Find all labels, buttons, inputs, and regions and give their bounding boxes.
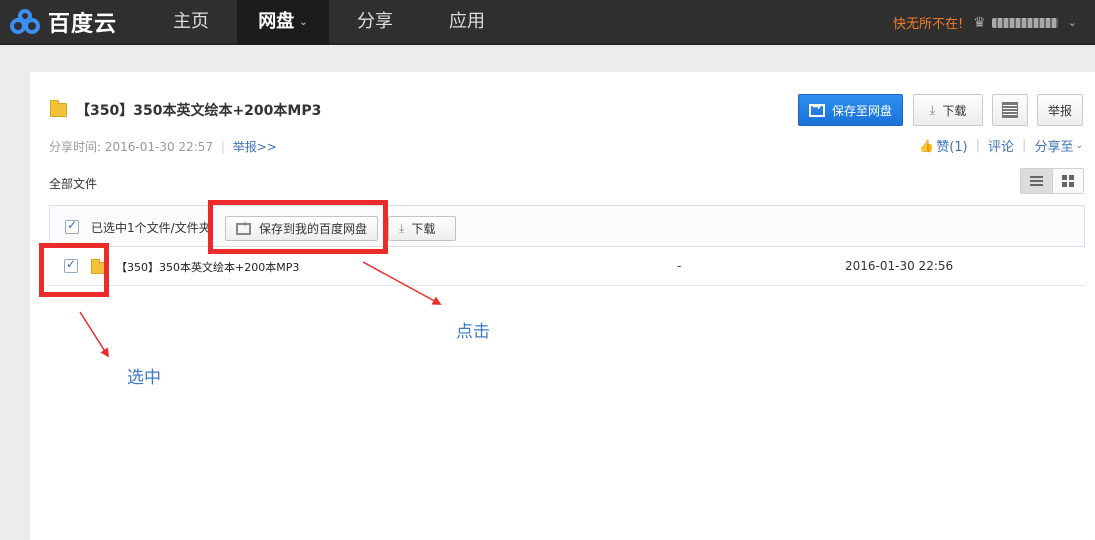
save-to-netdisk-button[interactable]: 保存至网盘	[798, 94, 903, 126]
toolbar-download-label: 下载	[411, 222, 436, 236]
nav-apps-label: 应用	[449, 11, 485, 32]
qrcode-button[interactable]	[992, 94, 1028, 126]
social-actions: 👍 赞(1) | 评论 | 分享至 ⌄	[919, 136, 1083, 155]
save-to-netdisk-label: 保存至网盘	[831, 103, 892, 118]
crown-icon: ♛	[973, 14, 986, 31]
share-panel: 【350】350本英文绘本+200本MP3 分享时间: 2016-01-30 2…	[30, 72, 1095, 540]
report-button[interactable]: 举报	[1037, 94, 1083, 126]
top-navbar: 百度云 主页 网盘 ⌄ 分享 应用 快无所不在! ♛ ⌄	[0, 0, 1095, 45]
file-toolbar: 已选中1个文件/文件夹 保存到我的百度网盘 ⤓ 下载	[49, 205, 1085, 247]
social-separator: |	[1022, 138, 1027, 153]
chevron-down-icon[interactable]: ⌄	[1075, 141, 1083, 151]
nav-share-label: 分享	[357, 11, 393, 32]
download-icon: ⤓	[929, 102, 936, 118]
nav-home[interactable]: 主页	[145, 0, 237, 45]
file-row[interactable]: 【350】350本英文绘本+200本MP3 - 2016-01-30 22:56	[49, 247, 1085, 286]
meta-separator: |	[220, 140, 225, 154]
toolbar-download-button[interactable]: ⤓ 下载	[388, 216, 456, 241]
highlight-checkbox	[39, 243, 109, 297]
nav-apps[interactable]: 应用	[421, 0, 513, 45]
nav-home-label: 主页	[173, 11, 209, 32]
comment-link[interactable]: 评论	[988, 136, 1014, 155]
share-time: 2016-01-30 22:57	[104, 140, 214, 154]
social-separator: |	[975, 138, 981, 153]
baidu-cloud-logo-icon	[8, 8, 46, 36]
download-label: 下载	[942, 103, 967, 118]
view-toggle	[1020, 168, 1084, 194]
grid-view-button[interactable]	[1052, 169, 1083, 193]
like-link[interactable]: 赞(1)	[936, 136, 967, 155]
brand-logo[interactable]: 百度云	[8, 6, 117, 38]
nav-netdisk-label: 网盘	[258, 11, 295, 32]
share-to-link[interactable]: 分享至	[1034, 136, 1073, 155]
report-button-label: 举报	[1047, 103, 1072, 118]
select-annotation: 选中	[127, 368, 161, 388]
report-link[interactable]: 举报>>	[233, 140, 277, 154]
click-annotation: 点击	[456, 322, 490, 342]
chevron-down-icon: ⌄	[299, 16, 308, 28]
folder-icon	[50, 100, 67, 117]
nav-share[interactable]: 分享	[329, 0, 421, 45]
qrcode-icon	[1002, 102, 1018, 118]
main-nav: 主页 网盘 ⌄ 分享 应用	[145, 0, 513, 45]
file-date: 2016-01-30 22:56	[845, 259, 954, 273]
file-name[interactable]: 【350】350本英文绘本+200本MP3	[116, 259, 299, 275]
select-all-checkbox[interactable]	[65, 218, 79, 234]
list-view-icon	[1029, 176, 1043, 186]
promo-link[interactable]: 快无所不在!	[893, 13, 963, 32]
share-title: 【350】350本英文绘本+200本MP3	[50, 100, 321, 120]
brand-name: 百度云	[48, 12, 118, 37]
download-icon: ⤓	[399, 221, 405, 235]
list-view-button[interactable]	[1021, 169, 1053, 193]
grid-view-icon	[1061, 175, 1074, 187]
selection-text: 已选中1个文件/文件夹	[91, 221, 211, 235]
user-area: 快无所不在! ♛ ⌄	[893, 0, 1077, 45]
highlight-save-button	[208, 200, 388, 254]
breadcrumb-all-files[interactable]: 全部文件	[49, 175, 97, 192]
download-button[interactable]: ⤓ 下载	[913, 94, 983, 126]
file-size: -	[677, 259, 682, 273]
thumbs-up-icon: 👍	[919, 138, 935, 153]
nav-netdisk[interactable]: 网盘 ⌄	[237, 0, 329, 45]
share-time-label: 分享时间:	[49, 140, 102, 154]
share-meta: 分享时间: 2016-01-30 22:57 | 举报>>	[49, 138, 277, 155]
share-title-text: 【350】350本英文绘本+200本MP3	[76, 103, 322, 119]
save-icon	[808, 100, 825, 117]
username-redacted[interactable]	[991, 17, 1058, 28]
user-menu-chevron-icon[interactable]: ⌄	[1068, 16, 1077, 29]
